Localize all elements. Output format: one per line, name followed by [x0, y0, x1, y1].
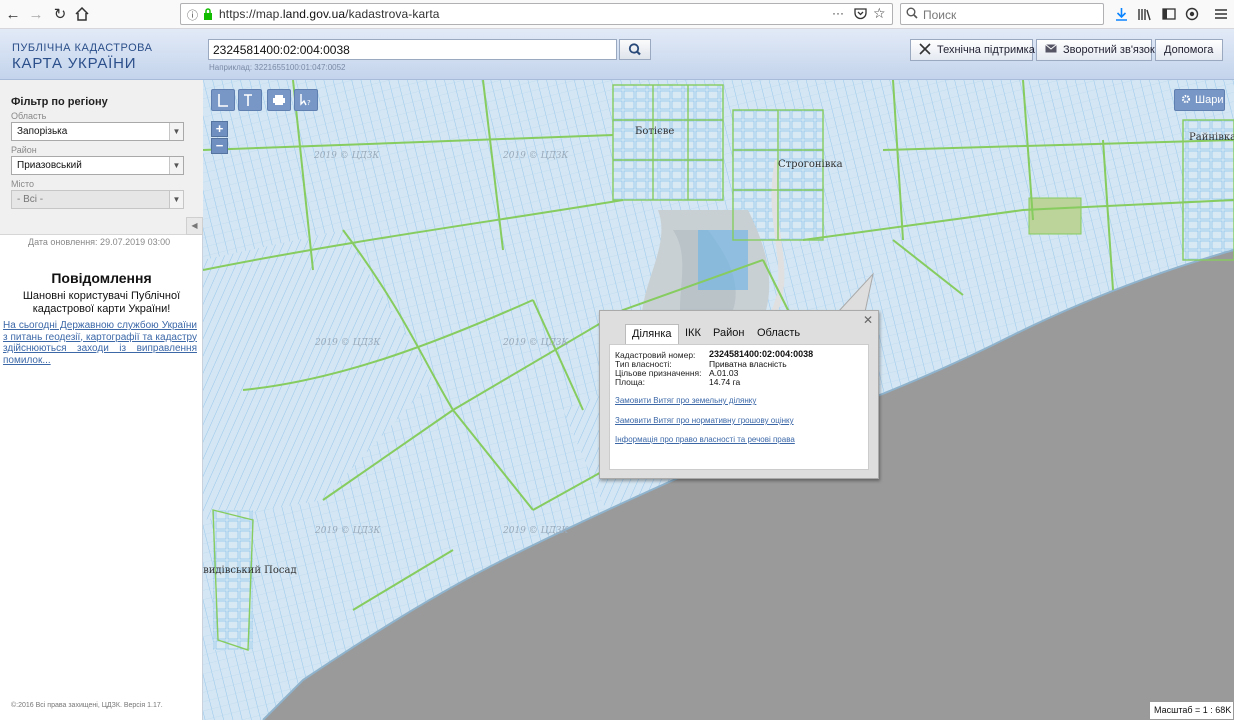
zoom-out-button[interactable]: −	[211, 138, 228, 154]
order-valuation-extract-link[interactable]: Замовити Витяг про нормативну грошову оц…	[615, 416, 794, 425]
watermark: 2019 © ЦДЗК	[314, 151, 380, 161]
area-ruler-icon	[244, 94, 252, 106]
browser-search-input[interactable]: Поиск	[900, 3, 1104, 25]
place-label: Строгонівка	[778, 159, 843, 170]
printer-icon	[273, 95, 285, 105]
cadastral-search-input[interactable]	[208, 39, 617, 60]
feedback-button[interactable]: Зворотний зв'язок	[1036, 39, 1155, 61]
home-icon[interactable]	[71, 3, 93, 25]
reload-icon[interactable]: ↻	[49, 3, 71, 25]
logo-line2[interactable]: КАРТА УКРАЇНИ	[12, 55, 136, 72]
update-date: Дата оновлення: 29.07.2019 03:00	[28, 237, 171, 247]
close-icon[interactable]: ✕	[863, 313, 873, 327]
tab-oblast[interactable]: Область	[751, 324, 806, 344]
misto-select: - Всі - ▼	[11, 190, 184, 209]
notice-title: Повідомлення	[51, 270, 152, 286]
bookmark-star-icon[interactable]: ☆	[873, 5, 886, 22]
collapse-panel-button[interactable]: ◀	[186, 217, 203, 235]
svg-text:?: ?	[307, 99, 311, 107]
area-value: 14.74 га	[709, 377, 741, 387]
back-icon[interactable]: ←	[2, 3, 24, 25]
watermark: 2019 © ЦДЗК	[315, 526, 381, 536]
ruler-icon	[218, 94, 228, 107]
measure-distance-button[interactable]	[211, 89, 235, 111]
menu-icon[interactable]	[1210, 3, 1232, 25]
misto-label: Місто	[11, 179, 35, 189]
tab-ikk[interactable]: ІКК	[679, 324, 707, 344]
tab-parcel[interactable]: Ділянка	[625, 324, 679, 344]
watermark: 2019 © ЦДЗК	[315, 338, 381, 348]
popup-body: Кадастровий номер: 2324581400:02:004:003…	[609, 344, 869, 470]
tools-icon	[919, 42, 931, 58]
order-parcel-extract-link[interactable]: Замовити Витяг про земельну ділянку	[615, 396, 756, 405]
page-actions-icon[interactable]: ···	[832, 6, 844, 20]
notice-link[interactable]: На сьогодні Державною службою України з …	[3, 320, 197, 366]
layers-button[interactable]: Шари	[1174, 89, 1225, 111]
cadastral-number-value: 2324581400:02:004:0038	[709, 349, 814, 359]
extension-icon[interactable]	[1181, 3, 1203, 25]
pocket-icon[interactable]	[854, 7, 867, 23]
chevron-down-icon: ▼	[169, 191, 183, 208]
field-label: Площа:	[615, 377, 645, 387]
gear-icon	[1181, 94, 1191, 107]
zoom-in-button[interactable]: +	[211, 121, 228, 137]
tech-support-button[interactable]: Технічна підтримка	[910, 39, 1035, 61]
info-icon[interactable]: ⓘ	[187, 7, 198, 23]
watermark: 2019 © ЦДЗК	[503, 526, 569, 536]
ownership-info-link[interactable]: Інформація про право власності та речові…	[615, 435, 795, 444]
download-icon[interactable]	[1110, 3, 1132, 25]
url-text: https://map.land.gov.ua/kadastrova-karta	[219, 7, 440, 21]
browser-toolbar: ← → ↻ ⓘ https://map.land.gov.ua/kadastro…	[0, 0, 1234, 29]
sidebar-icon[interactable]	[1158, 3, 1180, 25]
scale-indicator: Масштаб = 1 : 68K	[1149, 701, 1234, 720]
chevron-down-icon: ▼	[169, 123, 183, 140]
site-header: ПУБЛІЧНА КАДАСТРОВА КАРТА УКРАЇНИ Наприк…	[0, 29, 1234, 80]
notice-greeting: Шановні користувачі Публічної кадастрово…	[22, 290, 181, 315]
left-panel: Фільтр по регіону Область Запорізька ▼ Р…	[0, 80, 203, 720]
example-hint: Наприклад: 3221655100:01:047:0052	[209, 63, 346, 72]
print-button[interactable]	[267, 89, 291, 111]
address-bar[interactable]: ⓘ https://map.land.gov.ua/kadastrova-kar…	[180, 3, 893, 25]
chevron-down-icon: ▼	[169, 157, 183, 174]
cursor-question-icon: ?	[300, 94, 311, 107]
forward-icon[interactable]: →	[25, 3, 47, 25]
library-icon[interactable]	[1134, 3, 1156, 25]
search-icon	[906, 7, 918, 22]
place-label: Ботієве	[635, 126, 675, 137]
oblast-select[interactable]: Запорізька ▼	[11, 122, 184, 141]
search-icon	[628, 43, 641, 56]
parcel-info-popup: ✕ Ділянка ІКК Район Область Кадастровий …	[599, 310, 879, 479]
lock-icon	[203, 8, 213, 23]
watermark: 2019 © ЦДЗК	[503, 151, 569, 161]
filter-title: Фільтр по регіону	[11, 96, 108, 108]
help-button[interactable]: Допомога	[1155, 39, 1223, 61]
logo-line1[interactable]: ПУБЛІЧНА КАДАСТРОВА	[12, 42, 152, 54]
envelope-icon	[1045, 44, 1057, 56]
identify-button[interactable]: ?	[294, 89, 318, 111]
place-label: Давидівський Посад	[203, 565, 297, 576]
raion-label: Район	[11, 145, 37, 155]
oblast-label: Область	[11, 111, 47, 121]
search-button[interactable]	[619, 39, 651, 60]
tab-raion[interactable]: Район	[707, 324, 750, 344]
raion-select[interactable]: Приазовський ▼	[11, 156, 184, 175]
region-filter: Фільтр по регіону Область Запорізька ▼ Р…	[0, 80, 203, 235]
watermark: 2019 © ЦДЗК	[503, 338, 569, 348]
copyright: ©:2016 Всі права захищені, ЦДЗК. Версія …	[11, 702, 163, 709]
popup-pointer	[836, 272, 874, 313]
cadastral-map[interactable]: 2019 © ЦДЗК 2019 © ЦДЗК 2019 © ЦДЗК 2019…	[203, 80, 1234, 720]
place-label: Райнівка	[1189, 132, 1234, 143]
measure-area-button[interactable]	[238, 89, 262, 111]
